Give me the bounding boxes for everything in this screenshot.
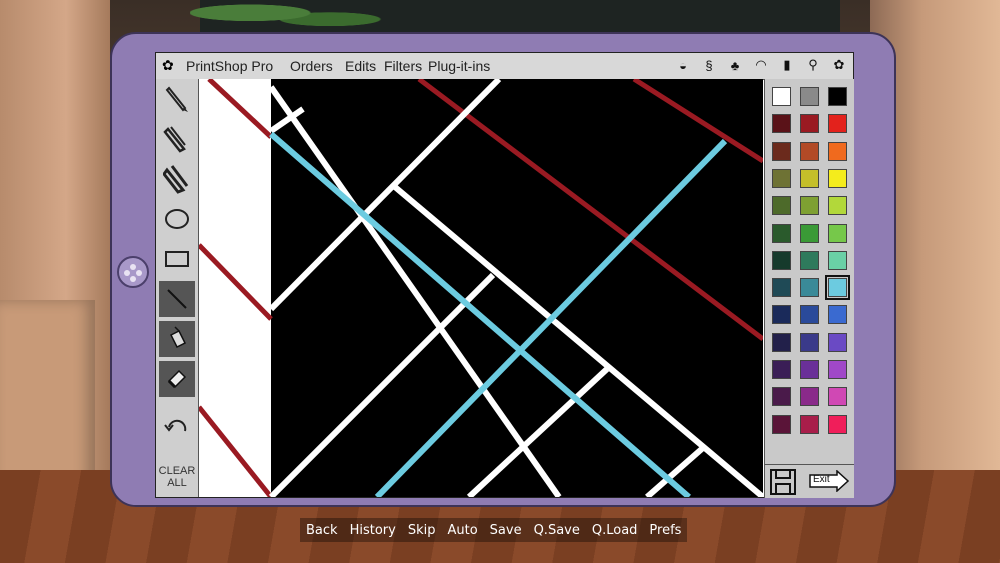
- color-swatch[interactable]: [800, 360, 819, 379]
- color-swatch[interactable]: [828, 360, 847, 379]
- color-swatch[interactable]: [772, 196, 791, 216]
- status-icons: ◒ § ♣ ◠ ▮ ⚲ ✿: [675, 57, 847, 73]
- color-swatch[interactable]: [800, 332, 819, 352]
- menu-edits[interactable]: Edits: [345, 58, 376, 74]
- exit-label: Exit: [813, 474, 830, 485]
- line-tool[interactable]: [159, 281, 195, 317]
- all-label: ALL: [167, 477, 187, 489]
- vn-prefs-button[interactable]: Prefs: [649, 523, 681, 538]
- paw-menu-icon[interactable]: ✿: [831, 57, 847, 73]
- color-swatch[interactable]: [800, 387, 819, 407]
- save-button[interactable]: [769, 468, 797, 496]
- vn-back-button[interactable]: Back: [306, 523, 338, 538]
- color-swatch[interactable]: [772, 305, 791, 325]
- rectangle-icon: [165, 251, 189, 267]
- game-scene-background: ✿ PrintShop Pro Orders Edits Filters Plu…: [0, 0, 1000, 563]
- color-swatch[interactable]: [828, 305, 847, 325]
- app-menubar: ✿ PrintShop Pro Orders Edits Filters Plu…: [156, 53, 853, 80]
- color-swatch[interactable]: [772, 223, 791, 243]
- vn-history-button[interactable]: History: [350, 523, 396, 538]
- color-swatch[interactable]: [800, 114, 819, 134]
- color-swatch[interactable]: [825, 275, 850, 301]
- color-swatch[interactable]: [800, 223, 819, 243]
- color-swatch[interactable]: [828, 141, 847, 161]
- paint-bucket-icon: [169, 326, 187, 349]
- pet-icon[interactable]: ♣: [727, 58, 743, 73]
- color-swatch[interactable]: [772, 414, 791, 434]
- canvas-artwork: [199, 79, 763, 497]
- color-swatch[interactable]: [772, 114, 791, 134]
- pencil-thick-tool[interactable]: [159, 161, 195, 197]
- ellipse-icon: [165, 209, 189, 229]
- color-palette: [764, 79, 854, 464]
- color-swatch[interactable]: [800, 414, 819, 434]
- wifi-icon: ◠: [755, 57, 767, 72]
- clear-label: CLEAR: [158, 465, 196, 477]
- color-swatch[interactable]: [828, 250, 847, 270]
- tablet-screen: ✿ PrintShop Pro Orders Edits Filters Plu…: [155, 52, 854, 498]
- menu-filters[interactable]: Filters: [384, 58, 422, 74]
- pencil-thin-icon: [165, 86, 188, 112]
- color-swatch[interactable]: [800, 305, 819, 325]
- paw-logo-icon: ✿: [162, 57, 174, 73]
- color-swatch[interactable]: [800, 87, 819, 106]
- color-swatch[interactable]: [772, 87, 791, 106]
- eraser-icon: [167, 369, 187, 389]
- ellipse-tool[interactable]: [159, 201, 195, 237]
- pencil-thick-icon: [163, 165, 189, 194]
- color-swatch[interactable]: [772, 141, 791, 161]
- clear-all-button[interactable]: CLEAR ALL: [156, 465, 198, 489]
- search-icon[interactable]: ⚲: [805, 57, 821, 73]
- color-swatch[interactable]: [800, 196, 819, 216]
- color-swatch[interactable]: [828, 114, 847, 134]
- eraser-tool[interactable]: [159, 361, 195, 397]
- pencil-thin-tool[interactable]: [159, 81, 195, 117]
- color-swatch[interactable]: [800, 278, 819, 298]
- vn-auto-button[interactable]: Auto: [447, 523, 477, 538]
- color-swatch[interactable]: [772, 360, 791, 379]
- vn-save-button[interactable]: Save: [490, 523, 522, 538]
- color-swatch[interactable]: [772, 332, 791, 352]
- app-title: PrintShop Pro: [186, 58, 274, 74]
- color-swatch[interactable]: [828, 196, 847, 216]
- color-swatch[interactable]: [772, 278, 791, 298]
- color-swatch[interactable]: [800, 250, 819, 270]
- drawing-canvas[interactable]: [199, 79, 763, 497]
- color-swatch[interactable]: [828, 332, 847, 352]
- exit-button[interactable]: Exit: [809, 469, 850, 493]
- color-swatch[interactable]: [772, 387, 791, 407]
- plant-decoration: [190, 0, 390, 32]
- vn-qload-button[interactable]: Q.Load: [592, 523, 638, 538]
- tool-panel: CLEAR ALL: [156, 79, 199, 497]
- color-swatch[interactable]: [772, 168, 791, 188]
- undo-tool[interactable]: [159, 409, 195, 445]
- pencil-medium-tool[interactable]: [159, 121, 195, 157]
- vn-skip-button[interactable]: Skip: [408, 523, 436, 538]
- tablet-home-button[interactable]: [117, 256, 149, 288]
- color-swatch[interactable]: [828, 87, 847, 106]
- color-swatch[interactable]: [828, 414, 847, 434]
- bowl-icon[interactable]: ◒: [675, 58, 691, 73]
- color-swatch[interactable]: [828, 168, 847, 188]
- vn-qsave-button[interactable]: Q.Save: [534, 523, 580, 538]
- color-swatch[interactable]: [800, 141, 819, 161]
- visual-novel-quick-menu: Back History Skip Auto Save Q.Save Q.Loa…: [300, 518, 688, 542]
- color-swatch[interactable]: [828, 387, 847, 407]
- undo-arrow-icon: [164, 419, 187, 432]
- fill-bucket-tool[interactable]: [159, 321, 195, 357]
- color-swatch[interactable]: [800, 168, 819, 188]
- menu-orders[interactable]: Orders: [290, 58, 333, 74]
- battery-icon: ▮: [783, 57, 791, 72]
- floppy-disk-icon: [770, 469, 796, 495]
- line-icon: [167, 289, 187, 309]
- scroll-icon[interactable]: §: [701, 58, 717, 73]
- rectangle-tool[interactable]: [159, 241, 195, 277]
- palette-actions: Exit: [764, 464, 854, 498]
- menu-plug-it-ins[interactable]: Plug-it-ins: [428, 58, 490, 74]
- color-swatch[interactable]: [828, 223, 847, 243]
- color-swatch[interactable]: [772, 250, 791, 270]
- pencil-medium-icon: [163, 126, 186, 153]
